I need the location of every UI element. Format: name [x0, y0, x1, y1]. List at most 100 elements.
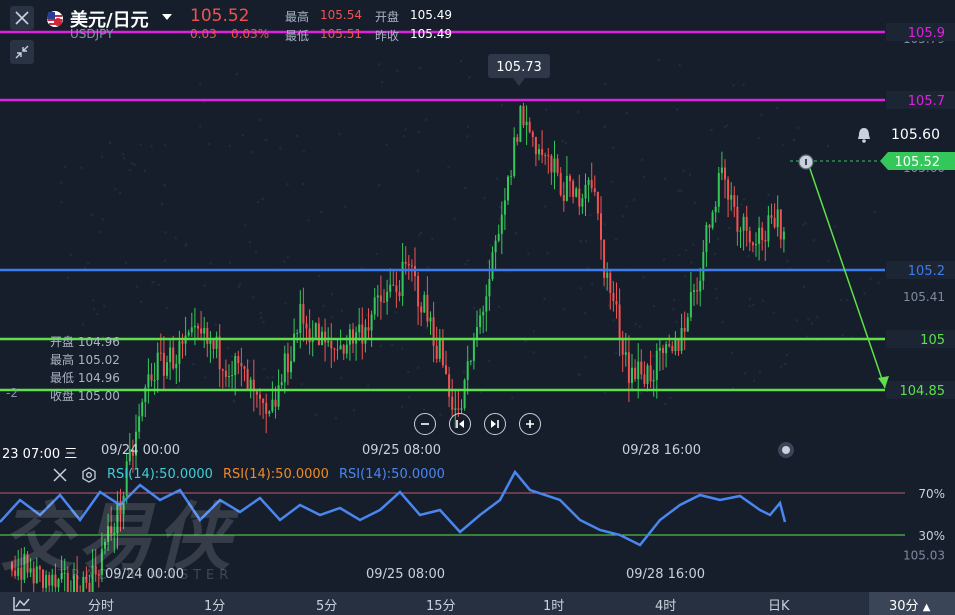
- candle-body: [237, 356, 240, 364]
- candle-body: [426, 294, 429, 322]
- candle-body: [488, 279, 491, 297]
- candle-body: [696, 290, 699, 292]
- tab-1m[interactable]: 1分: [204, 595, 225, 614]
- candle-body: [370, 314, 373, 331]
- candle-body: [206, 327, 209, 344]
- candle-body: [336, 349, 339, 351]
- candle-body: [141, 402, 144, 417]
- indicator-icon[interactable]: [12, 595, 32, 612]
- y-axis-tick: 105.41: [903, 290, 945, 304]
- level-label: 105.9: [908, 26, 945, 41]
- candle-body: [745, 216, 748, 231]
- candle-body: [342, 345, 345, 354]
- candle-body: [138, 416, 141, 432]
- candle-body: [764, 240, 767, 242]
- zoom-out-button[interactable]: [414, 413, 436, 435]
- rsi-time-label: 09/24 00:00: [105, 567, 185, 582]
- candle-body: [584, 184, 587, 199]
- tab-1h[interactable]: 1时: [543, 595, 564, 614]
- candle-body: [373, 297, 376, 315]
- level-label: 105.2: [908, 264, 945, 279]
- candle-body: [330, 340, 333, 349]
- zoom-in-button[interactable]: [519, 413, 541, 435]
- candle-body: [603, 239, 606, 278]
- candle-body: [389, 284, 392, 292]
- candle-body: [200, 328, 203, 334]
- tab-15m[interactable]: 15分: [426, 595, 456, 614]
- candle-body: [758, 227, 761, 245]
- candle-body: [367, 327, 370, 331]
- candle-body: [686, 317, 689, 332]
- caret-up-icon: ▲: [922, 602, 931, 613]
- candle-body: [454, 408, 457, 410]
- candle-body: [228, 375, 230, 377]
- candle-body: [398, 292, 401, 297]
- candle-body: [209, 340, 212, 344]
- tab-5m[interactable]: 5分: [316, 595, 337, 614]
- candle-body: [782, 231, 785, 240]
- candle-body: [364, 327, 367, 344]
- timeframe-bar: 分时 1分 5分 15分 1时 4时 日K: [0, 592, 955, 615]
- chart-app: 105.79105.60105.41105.03105.9105.7105.21…: [0, 0, 955, 615]
- caret-down-icon[interactable]: [161, 12, 173, 22]
- candle-body: [534, 137, 537, 155]
- candle-body: [172, 347, 175, 369]
- candle-body: [717, 173, 720, 207]
- candle-body: [516, 137, 519, 142]
- low-label: 最低: [285, 29, 310, 43]
- candle-body: [277, 385, 280, 407]
- candle-body: [708, 224, 711, 228]
- rsi-level-label: 30%: [918, 529, 945, 543]
- candle-body: [624, 352, 627, 355]
- candle-body: [451, 396, 454, 410]
- candle-body: [246, 368, 249, 390]
- prev-close-label: 昨收: [375, 29, 400, 43]
- candle-body: [569, 175, 571, 182]
- candle-body: [727, 179, 730, 200]
- candle-body: [751, 242, 754, 246]
- tab-4h[interactable]: 4时: [655, 595, 676, 614]
- candle-body: [283, 353, 286, 383]
- candle-body: [565, 175, 568, 201]
- candle-body: [711, 212, 714, 228]
- timeframe-select-value: 30分: [889, 599, 919, 614]
- candle-body: [671, 346, 674, 352]
- candle-body: [500, 214, 503, 234]
- candle-body: [581, 198, 584, 207]
- settings-icon[interactable]: [81, 467, 97, 483]
- timeframe-select[interactable]: 30分 ▲: [869, 592, 955, 615]
- candle-body: [761, 227, 764, 241]
- record-icon[interactable]: [777, 441, 795, 459]
- pair-symbol: USDJPY: [70, 27, 114, 41]
- low-value: 105.51: [320, 27, 362, 41]
- close-button[interactable]: [10, 6, 34, 30]
- candle-body: [379, 295, 382, 302]
- candle-body: [739, 230, 742, 232]
- candle-body: [609, 272, 612, 293]
- candle-body: [392, 284, 395, 286]
- candle-body: [156, 352, 159, 381]
- candle-body: [345, 344, 348, 354]
- candle-body: [541, 149, 544, 156]
- bell-icon[interactable]: [855, 126, 873, 144]
- step-back-button[interactable]: [449, 413, 471, 435]
- tab-tick[interactable]: 分时: [88, 595, 114, 614]
- candle-body: [187, 332, 190, 336]
- candle-body: [643, 374, 646, 384]
- close-indicator-icon[interactable]: [52, 467, 68, 483]
- ohlc-low-label: 最低: [50, 371, 75, 385]
- candle-body: [742, 216, 745, 231]
- candle-body: [637, 361, 640, 380]
- candle-body: [457, 408, 460, 410]
- tab-daily[interactable]: 日K: [768, 595, 790, 614]
- candle-body: [767, 215, 770, 242]
- candle-body: [175, 363, 178, 369]
- candle-body: [361, 324, 364, 344]
- candle-body: [197, 325, 199, 329]
- collapse-button[interactable]: [10, 40, 34, 64]
- candle-body: [178, 341, 181, 364]
- candle-body: [299, 304, 302, 333]
- candle-body: [699, 280, 702, 292]
- candle-body: [689, 291, 692, 318]
- step-forward-button[interactable]: [484, 413, 506, 435]
